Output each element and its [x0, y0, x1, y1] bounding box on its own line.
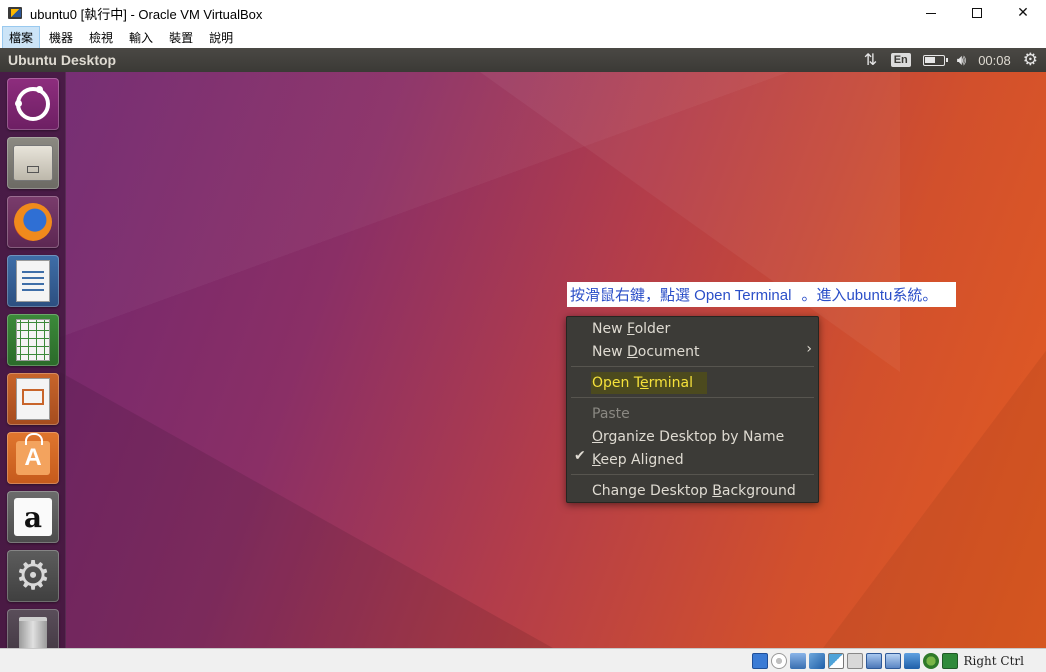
- callout-text-after: 。進入ubuntu系統。: [801, 287, 938, 304]
- amazon-icon: a: [14, 498, 52, 536]
- vm-menubar: 檔案 機器 檢視 輸入 裝置 說明: [0, 25, 1046, 49]
- audio-icon[interactable]: [789, 652, 806, 669]
- checkmark-icon: ✔: [574, 448, 586, 464]
- minimize-button[interactable]: [908, 0, 954, 26]
- unity-launcher: A a ⚙: [0, 72, 66, 661]
- volume-indicator-icon[interactable]: 🔊︎: [957, 51, 966, 69]
- shared-folder-icon[interactable]: [846, 652, 863, 669]
- menu-item-change-background[interactable]: Change Desktop Background: [592, 480, 796, 502]
- menu-help[interactable]: 說明: [202, 26, 240, 49]
- drag-drop-icon[interactable]: [903, 652, 920, 669]
- menu-item-keep-aligned[interactable]: Keep Aligned: [592, 449, 684, 471]
- hard-disk-icon[interactable]: [751, 652, 768, 669]
- launcher-firefox-button[interactable]: [7, 196, 59, 248]
- clock[interactable]: 00:08: [978, 53, 1011, 68]
- host-key-label: Right Ctrl: [963, 653, 1025, 668]
- minimize-icon: [926, 12, 936, 14]
- network-icon[interactable]: [808, 652, 825, 669]
- maximize-button[interactable]: [954, 0, 1000, 26]
- menu-item-new-document[interactable]: New Document: [592, 341, 700, 363]
- gear-wrench-icon: ⚙: [15, 553, 51, 599]
- menu-item-new-folder[interactable]: New Folder: [592, 318, 670, 340]
- menu-item-open-terminal[interactable]: Open Terminal: [591, 372, 708, 394]
- session-gear-icon[interactable]: ⚙: [1023, 50, 1038, 70]
- calc-spreadsheet-icon: [16, 319, 50, 361]
- launcher-settings-button[interactable]: ⚙: [7, 550, 59, 602]
- menu-item-organize-by-name[interactable]: Organize Desktop by Name: [592, 426, 784, 448]
- launcher-files-button[interactable]: [7, 137, 59, 189]
- close-icon: ✕: [1017, 5, 1029, 21]
- menu-view[interactable]: 檢視: [82, 26, 120, 49]
- panel-title: Ubuntu Desktop: [8, 52, 117, 68]
- usb-icon[interactable]: [827, 652, 844, 669]
- cpu-activity-icon[interactable]: [922, 652, 939, 669]
- menu-separator: [571, 474, 814, 475]
- menu-file[interactable]: 檔案: [2, 25, 41, 49]
- indicator-area: En 🔊︎ 00:08 ⚙: [864, 50, 1038, 70]
- menu-machine[interactable]: 機器: [42, 26, 80, 49]
- menu-item-paste: Paste: [592, 406, 630, 422]
- ubuntu-top-panel: Ubuntu Desktop En 🔊︎ 00:08 ⚙: [0, 48, 1046, 72]
- shopping-bag-icon: A: [16, 433, 50, 475]
- menu-separator: [571, 366, 814, 367]
- vm-status-bar: Right Ctrl: [0, 648, 1046, 672]
- mouse-integration-icon[interactable]: [941, 652, 958, 669]
- impress-presentation-icon: [16, 378, 50, 420]
- launcher-impress-button[interactable]: [7, 373, 59, 425]
- battery-indicator-icon[interactable]: [922, 54, 948, 66]
- launcher-dash-button[interactable]: [7, 78, 59, 130]
- file-cabinet-icon: [13, 145, 53, 181]
- optical-drive-icon[interactable]: [770, 652, 787, 669]
- launcher-writer-button[interactable]: [7, 255, 59, 307]
- window-title-bar: ubuntu0 [執行中] - Oracle VM VirtualBox ✕: [0, 0, 1046, 26]
- window-title: ubuntu0 [執行中] - Oracle VM VirtualBox: [30, 6, 263, 22]
- launcher-software-button[interactable]: A: [7, 432, 59, 484]
- keyboard-layout-indicator[interactable]: En: [890, 53, 911, 67]
- desktop-context-menu: New Folder New Document › Open Terminal …: [566, 316, 819, 503]
- menu-devices[interactable]: 裝置: [162, 26, 200, 49]
- ubuntu-logo-icon: [15, 86, 50, 121]
- menu-separator: [571, 397, 814, 398]
- writer-document-icon: [16, 260, 50, 302]
- maximize-icon: [972, 8, 982, 18]
- network-indicator-icon[interactable]: [864, 50, 879, 69]
- instruction-callout: 按滑鼠右鍵，點選 Open Terminal 。進入ubuntu系統。: [567, 282, 956, 307]
- callout-text-before: 按滑鼠右鍵，點選 Open Terminal: [570, 287, 792, 304]
- launcher-calc-button[interactable]: [7, 314, 59, 366]
- video-capture-icon[interactable]: [884, 652, 901, 669]
- display-icon[interactable]: [865, 652, 882, 669]
- virtualbox-icon: [8, 5, 24, 21]
- close-button[interactable]: ✕: [1000, 0, 1046, 26]
- launcher-amazon-button[interactable]: a: [7, 491, 59, 543]
- desktop-background[interactable]: [0, 72, 1046, 648]
- firefox-icon: [14, 203, 52, 241]
- menu-input[interactable]: 輸入: [122, 26, 160, 49]
- submenu-arrow-icon: ›: [806, 341, 812, 357]
